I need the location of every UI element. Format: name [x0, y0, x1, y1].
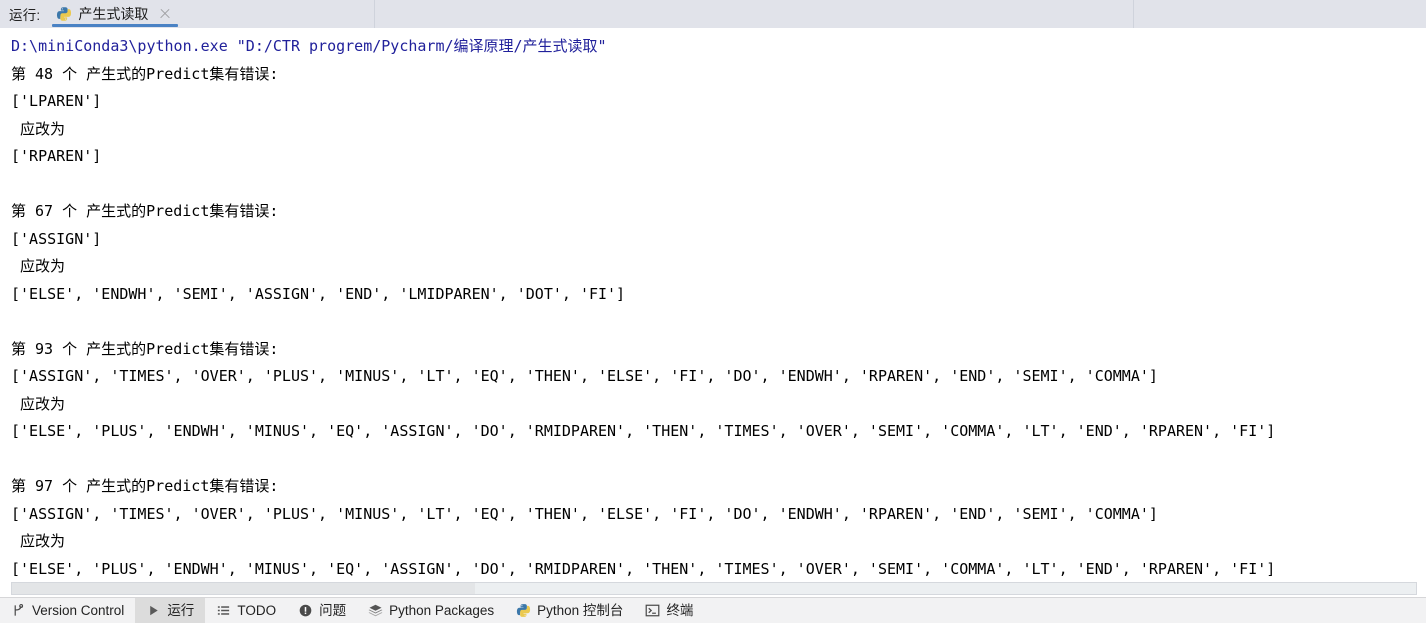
console-line: ['ASSIGN', 'TIMES', 'OVER', 'PLUS', 'MIN…	[11, 367, 1158, 385]
console-line: 应改为	[11, 257, 66, 275]
console-horizontal-scrollbar-thumb[interactable]	[12, 583, 476, 594]
statusbar-item-label: 运行	[167, 602, 195, 618]
console-line: ['ASSIGN', 'TIMES', 'OVER', 'PLUS', 'MIN…	[11, 504, 1158, 523]
statusbar-item-终端[interactable]: 终端	[634, 598, 704, 623]
header-spacer-middle	[375, 0, 1133, 28]
header-spacer-right	[1134, 0, 1426, 28]
console-line: ['ELSE', 'PLUS', 'ENDWH', 'MINUS', 'EQ',…	[11, 559, 1276, 578]
console-line: ['RPAREN']	[11, 147, 102, 165]
statusbar-item-问题[interactable]: 问题	[287, 598, 357, 623]
console-line: 应改为	[11, 394, 66, 413]
close-icon[interactable]	[158, 7, 172, 21]
statusbar-item-todo[interactable]: TODO	[205, 598, 287, 623]
run-configuration-tab[interactable]: 产生式读取	[50, 0, 180, 28]
branch-icon	[11, 603, 26, 618]
console-line: 第 93 个 产生式的Predict集有错误:	[11, 339, 279, 358]
console-output-area[interactable]: D:\miniConda3\python.exe "D:/CTR progrem…	[0, 28, 1426, 597]
console-line: ['ELSE', 'ENDWH', 'SEMI', 'ASSIGN', 'END…	[11, 284, 626, 303]
statusbar-item-运行[interactable]: 运行	[135, 598, 206, 623]
statusbar-item-label: TODO	[237, 602, 277, 618]
console-line: 第 67 个 产生式的Predict集有错误:	[11, 202, 279, 220]
statusbar-item-label: Python 控制台	[537, 602, 624, 618]
statusbar-item-label: Python Packages	[389, 602, 495, 618]
statusbar-item-version-control[interactable]: Version Control	[0, 598, 135, 623]
console-line: 第 97 个 产生式的Predict集有错误:	[11, 477, 279, 495]
run-tab-label: 产生式读取	[78, 6, 149, 22]
console-line: 应改为	[11, 119, 66, 138]
play-icon	[146, 603, 161, 618]
statusbar-item-label: Version Control	[32, 602, 125, 618]
tool-window-title: 运行:	[9, 8, 41, 23]
console-line: 第 48 个 产生式的Predict集有错误:	[11, 64, 279, 83]
bottom-tool-bar: Version Control 运行 TODO 问题 Python Packages Py…	[0, 597, 1426, 623]
python-icon	[516, 603, 531, 618]
console-line: 应改为	[11, 532, 66, 550]
statusbar-item-label: 问题	[319, 602, 347, 618]
warning-icon	[298, 603, 313, 618]
header-spacer-left	[180, 0, 374, 28]
list-icon	[216, 603, 231, 618]
console-line: ['LPAREN']	[11, 92, 102, 110]
python-icon	[57, 7, 72, 21]
console-line: ['ASSIGN']	[11, 229, 102, 248]
statusbar-item-python-packages[interactable]: Python Packages	[357, 598, 505, 623]
layers-icon	[368, 603, 383, 618]
statusbar-item-python-控制台[interactable]: Python 控制台	[505, 598, 634, 623]
statusbar-item-label: 终端	[666, 602, 694, 618]
terminal-icon	[645, 603, 660, 618]
run-tool-window-header: 运行: 产生式读取	[0, 0, 1426, 28]
pycharm-run-tool-window: 运行: 产生式读取 D:\miniConda3\python.exe "D:/C…	[0, 0, 1426, 623]
console-line: ['ELSE', 'PLUS', 'ENDWH', 'MINUS', 'EQ',…	[11, 422, 1276, 440]
tab-active-underline	[52, 24, 179, 27]
console-text: D:\miniConda3\python.exe "D:/CTR progrem…	[0, 28, 1275, 583]
console-line: D:\miniConda3\python.exe "D:/CTR progrem…	[11, 37, 607, 55]
console-horizontal-scrollbar[interactable]	[11, 582, 1417, 595]
